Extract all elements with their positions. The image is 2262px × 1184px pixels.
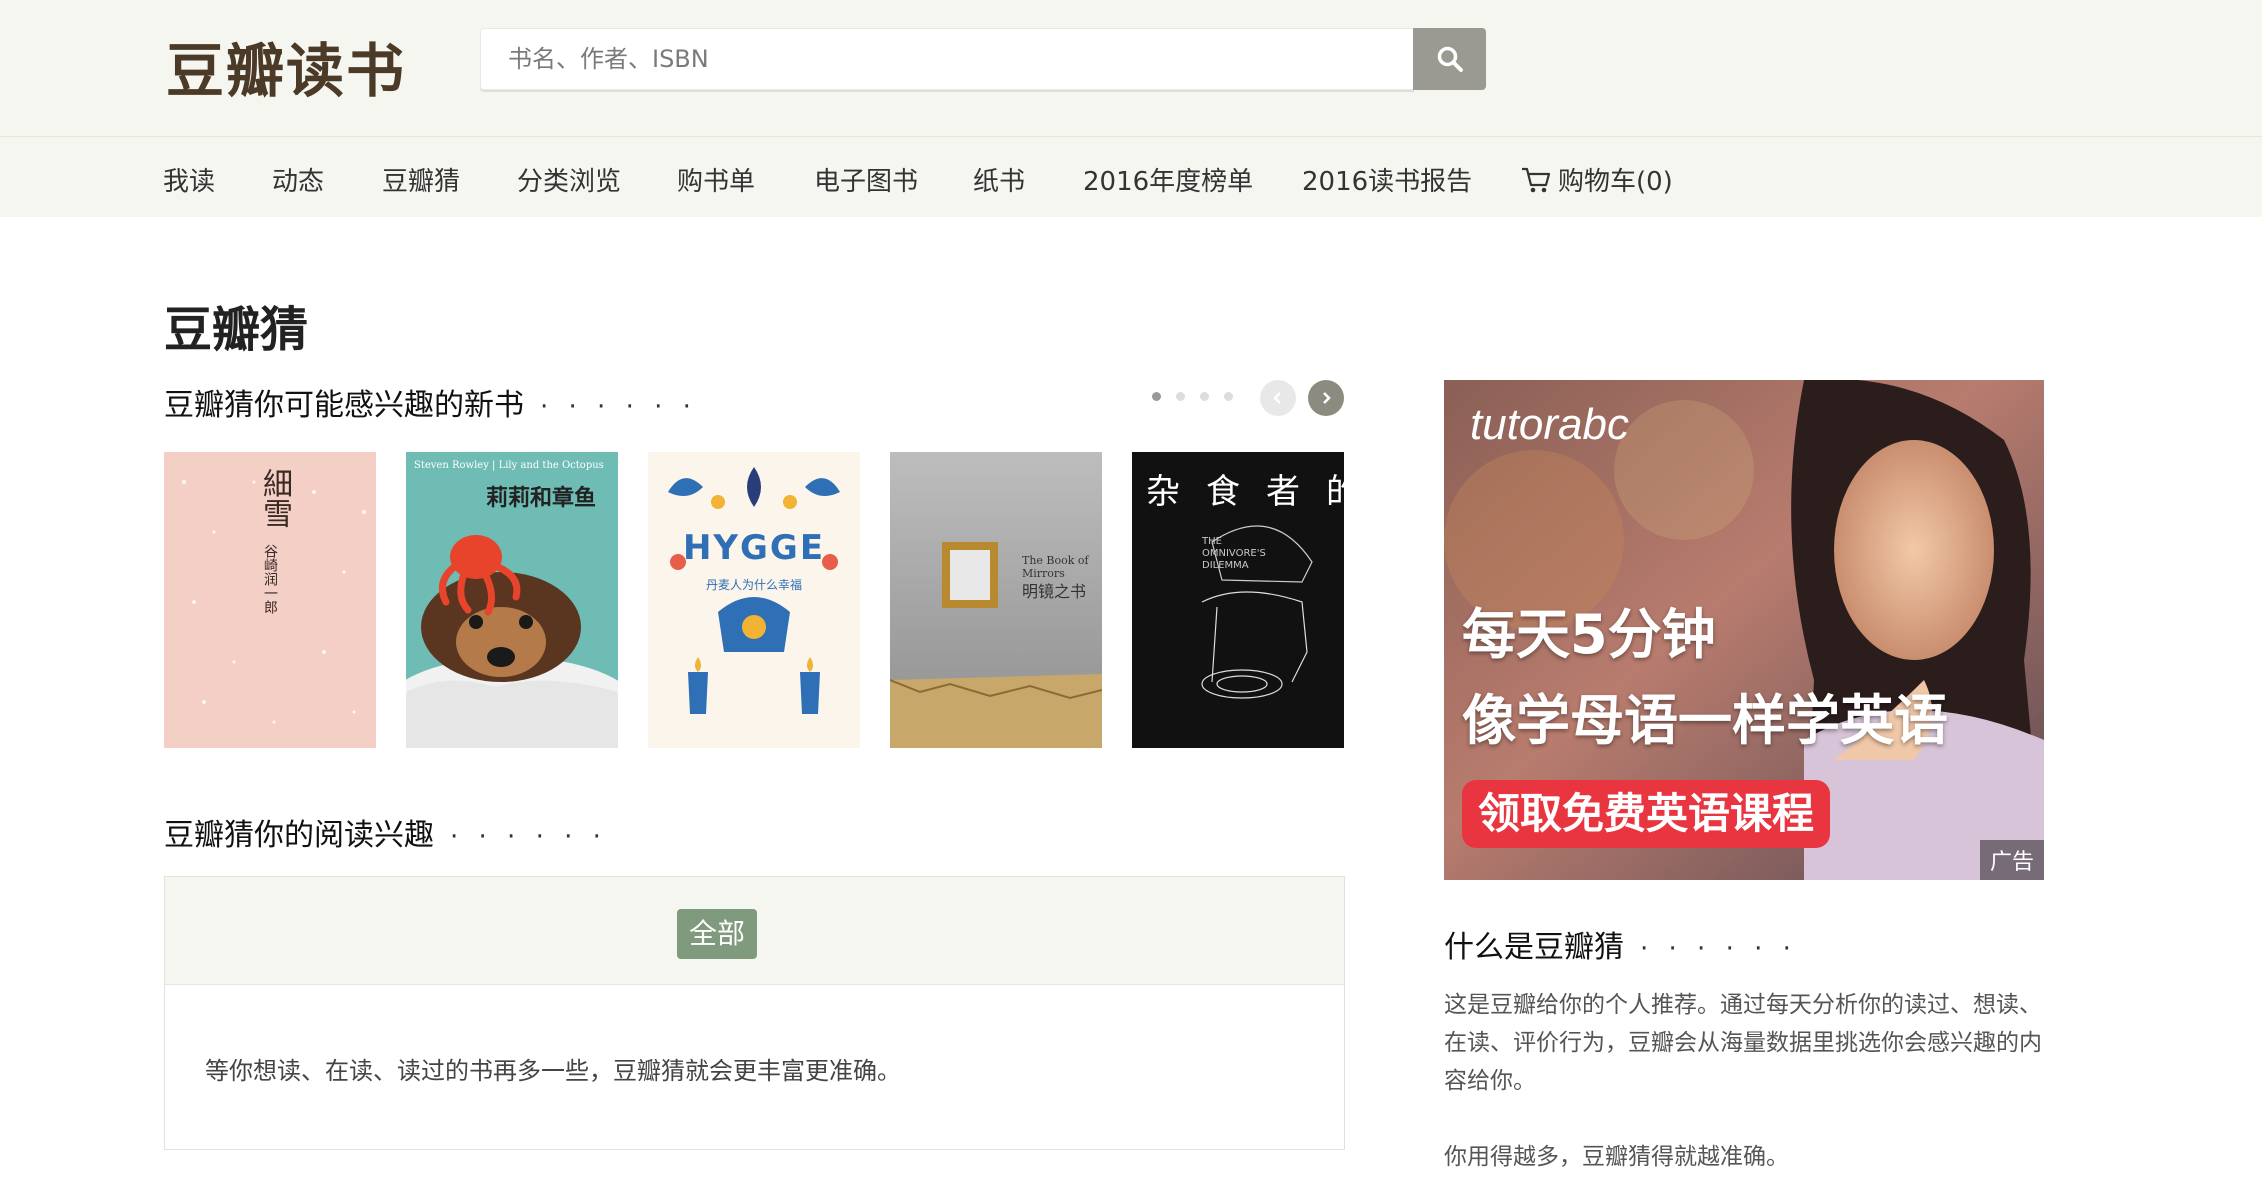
cart-icon	[1522, 167, 1551, 193]
book-cover-omnivores-dilemma[interactable]: 杂食者的两难 THE OMNIVORE'S DILEMMA	[1132, 452, 1344, 748]
interests-heading: 豆瓣猜你的阅读兴趣 · · · · · ·	[164, 810, 607, 854]
book-cover-hygge[interactable]: HYGGE 丹麦人为什么幸福	[648, 452, 860, 748]
carousel-next-button[interactable]	[1308, 380, 1344, 416]
ad-cta-button[interactable]: 领取免费英语课程	[1462, 780, 1831, 848]
page-title: 豆瓣猜	[164, 302, 309, 358]
carousel-dot[interactable]	[1152, 392, 1161, 401]
book-title: 細雪	[257, 468, 292, 528]
book-title: 杂食者的两难	[1146, 472, 1344, 512]
ad-label: 广告	[1979, 840, 2044, 880]
nav-item-booklist[interactable]: 购书单	[677, 161, 755, 198]
interests-more-link[interactable]: · · · · · ·	[450, 822, 607, 852]
book-subtitle: THE OMNIVORE'S DILEMMA	[1202, 536, 1266, 571]
cart-label: 购物车(0)	[1558, 167, 1673, 197]
ad-headline-1: 每天5分钟	[1462, 603, 1716, 666]
book-subtitle: 丹麦人为什么幸福	[705, 578, 802, 592]
site-logo[interactable]: 豆瓣读书	[166, 24, 406, 108]
carousel-dot[interactable]	[1200, 392, 1209, 401]
main-nav: 我读 动态 豆瓣猜 分类浏览 购书单 电子图书 纸书 2016年度榜单 2016…	[0, 137, 2262, 217]
about-paragraph-1: 这是豆瓣给你的个人推荐。通过每天分析你的读过、想读、在读、评价行为，豆瓣会从海量…	[1444, 992, 2042, 1094]
carousel-dot[interactable]	[1224, 392, 1233, 401]
nav-item-paper-books[interactable]: 纸书	[973, 161, 1025, 198]
site-header: 豆瓣读书	[0, 0, 2262, 137]
nav-item-my-reading[interactable]: 我读	[163, 161, 215, 198]
nav-item-browse[interactable]: 分类浏览	[517, 161, 621, 198]
book-title: HYGGE	[682, 528, 826, 568]
new-books-more-link[interactable]: · · · · · ·	[540, 392, 697, 422]
nav-item-ebooks[interactable]: 电子图书	[814, 161, 918, 198]
chevron-right-icon	[1323, 392, 1331, 404]
about-more-link[interactable]: · · · · · ·	[1640, 934, 1797, 964]
new-books-title: 豆瓣猜你可能感兴趣的新书	[164, 388, 524, 423]
nav-item-activity[interactable]: 动态	[272, 161, 324, 198]
book-subtitle: Steven Rowley | Lily and the Octopus	[414, 460, 604, 471]
book-cover-xixue[interactable]: 細雪 谷崎润一郎	[164, 452, 376, 748]
book-title: 莉莉和章鱼	[486, 485, 597, 511]
interests-panel: 全部 等你想读、在读、读过的书再多一些，豆瓣猜就会更丰富更准确。	[164, 876, 1345, 1150]
about-title: 什么是豆瓣猜	[1444, 930, 1624, 965]
nav-item-2016-rankings[interactable]: 2016年度榜单	[1083, 161, 1253, 198]
interests-empty-message: 等你想读、在读、读过的书再多一些，豆瓣猜就会更丰富更准确。	[205, 1057, 901, 1085]
nav-item-douban-guess[interactable]: 豆瓣猜	[382, 161, 460, 198]
search-input[interactable]	[480, 28, 1414, 90]
interests-tag-bar: 全部	[165, 877, 1344, 985]
carousel-dot[interactable]	[1176, 392, 1185, 401]
nav-item-2016-report[interactable]: 2016读书报告	[1302, 161, 1472, 198]
chevron-left-icon	[1273, 392, 1281, 404]
about-heading: 什么是豆瓣猜 · · · · · ·	[1444, 922, 1797, 966]
nav-item-cart[interactable]: 购物车(0)	[1520, 161, 1673, 198]
book-title: 明镜之书	[1022, 582, 1087, 601]
book-cover-lily-octopus[interactable]: Steven Rowley | Lily and the Octopus 莉莉和…	[406, 452, 618, 748]
search-icon	[1437, 46, 1463, 72]
ad-headline-2: 像学母语一样学英语	[1462, 689, 1948, 752]
carousel-prev-button[interactable]	[1260, 380, 1296, 416]
book-cover-mirrors[interactable]: The Book of Mirrors 明镜之书	[890, 452, 1102, 748]
book-author: 谷崎润一郎	[262, 544, 278, 614]
tag-all-button[interactable]: 全部	[677, 909, 758, 959]
book-cover-art	[668, 467, 840, 714]
search-button[interactable]	[1413, 28, 1486, 90]
ad-banner[interactable]: tutorabc 每天5分钟 像学母语一样学英语 领取免费英语课程 广告	[1444, 380, 2044, 880]
book-subtitle: The Book of Mirrors	[1022, 554, 1089, 580]
ad-brand: tutorabc	[1470, 400, 1629, 449]
about-paragraph-2: 你用得越多，豆瓣猜得就越准确。	[1444, 1144, 1789, 1170]
interests-title: 豆瓣猜你的阅读兴趣	[164, 818, 434, 853]
new-books-heading: 豆瓣猜你可能感兴趣的新书 · · · · · ·	[164, 380, 697, 424]
carousel-pagination	[1152, 392, 1233, 401]
